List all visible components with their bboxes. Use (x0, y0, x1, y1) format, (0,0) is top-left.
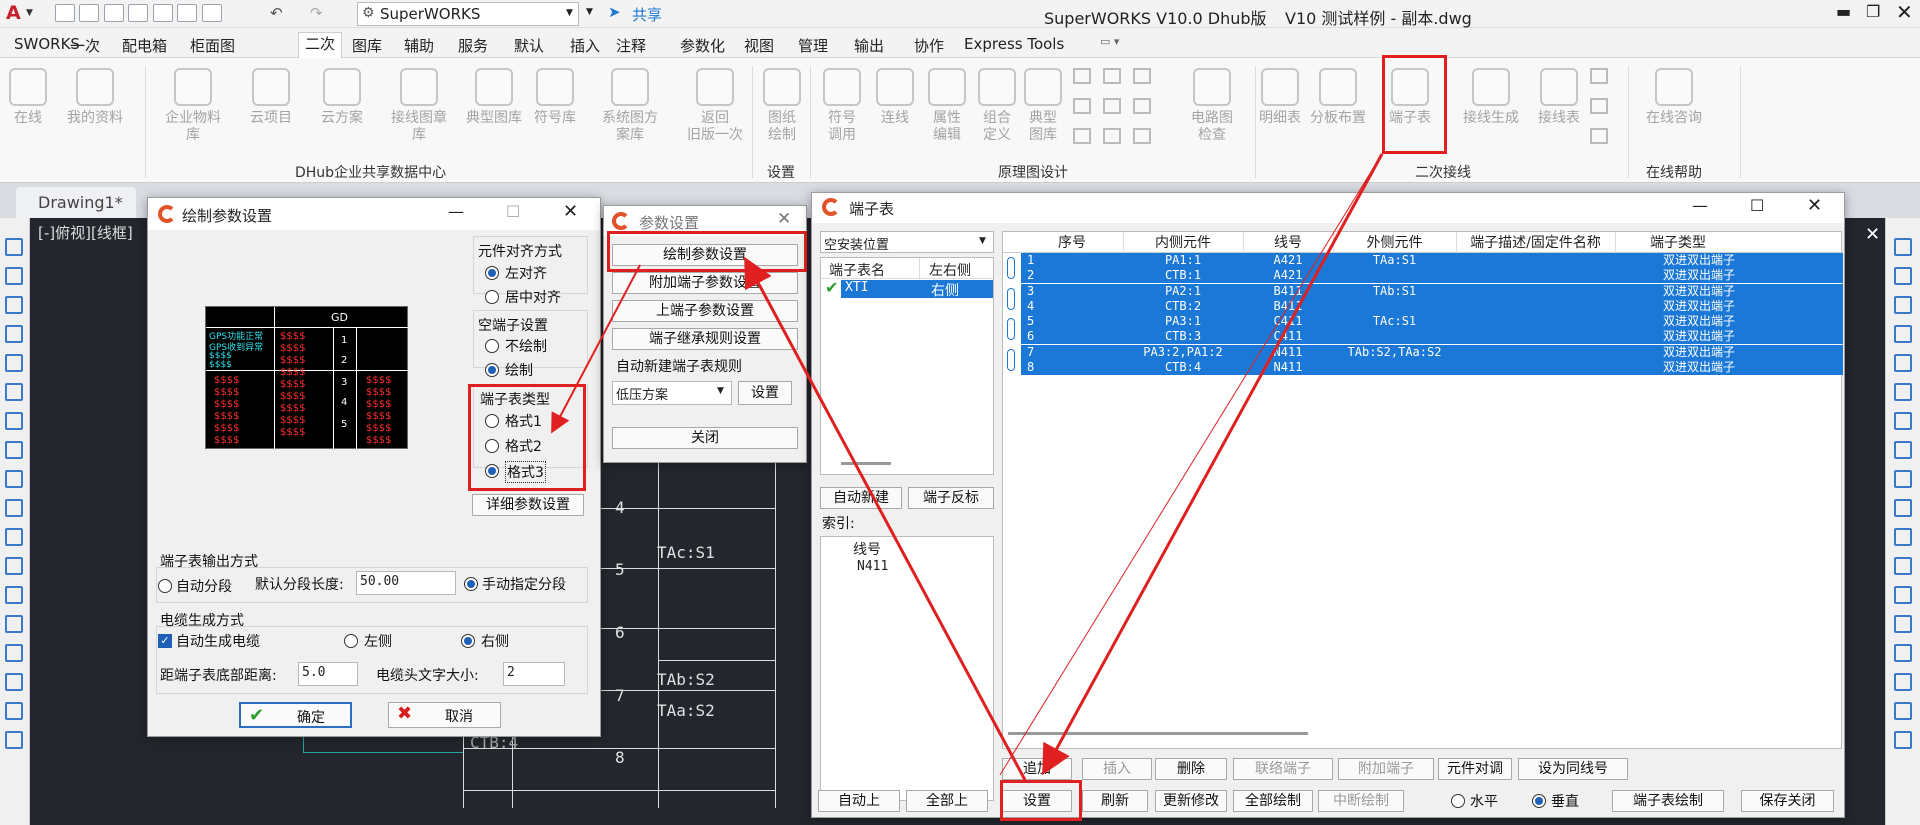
arrow-draw-params-to-type (551, 264, 641, 434)
arrow-settings-to-draw-params (744, 256, 1027, 781)
arrow-thin-line (999, 153, 1383, 776)
annotation-arrows (551, 153, 1384, 781)
arrow-ribbon-to-settings (1042, 153, 1384, 776)
